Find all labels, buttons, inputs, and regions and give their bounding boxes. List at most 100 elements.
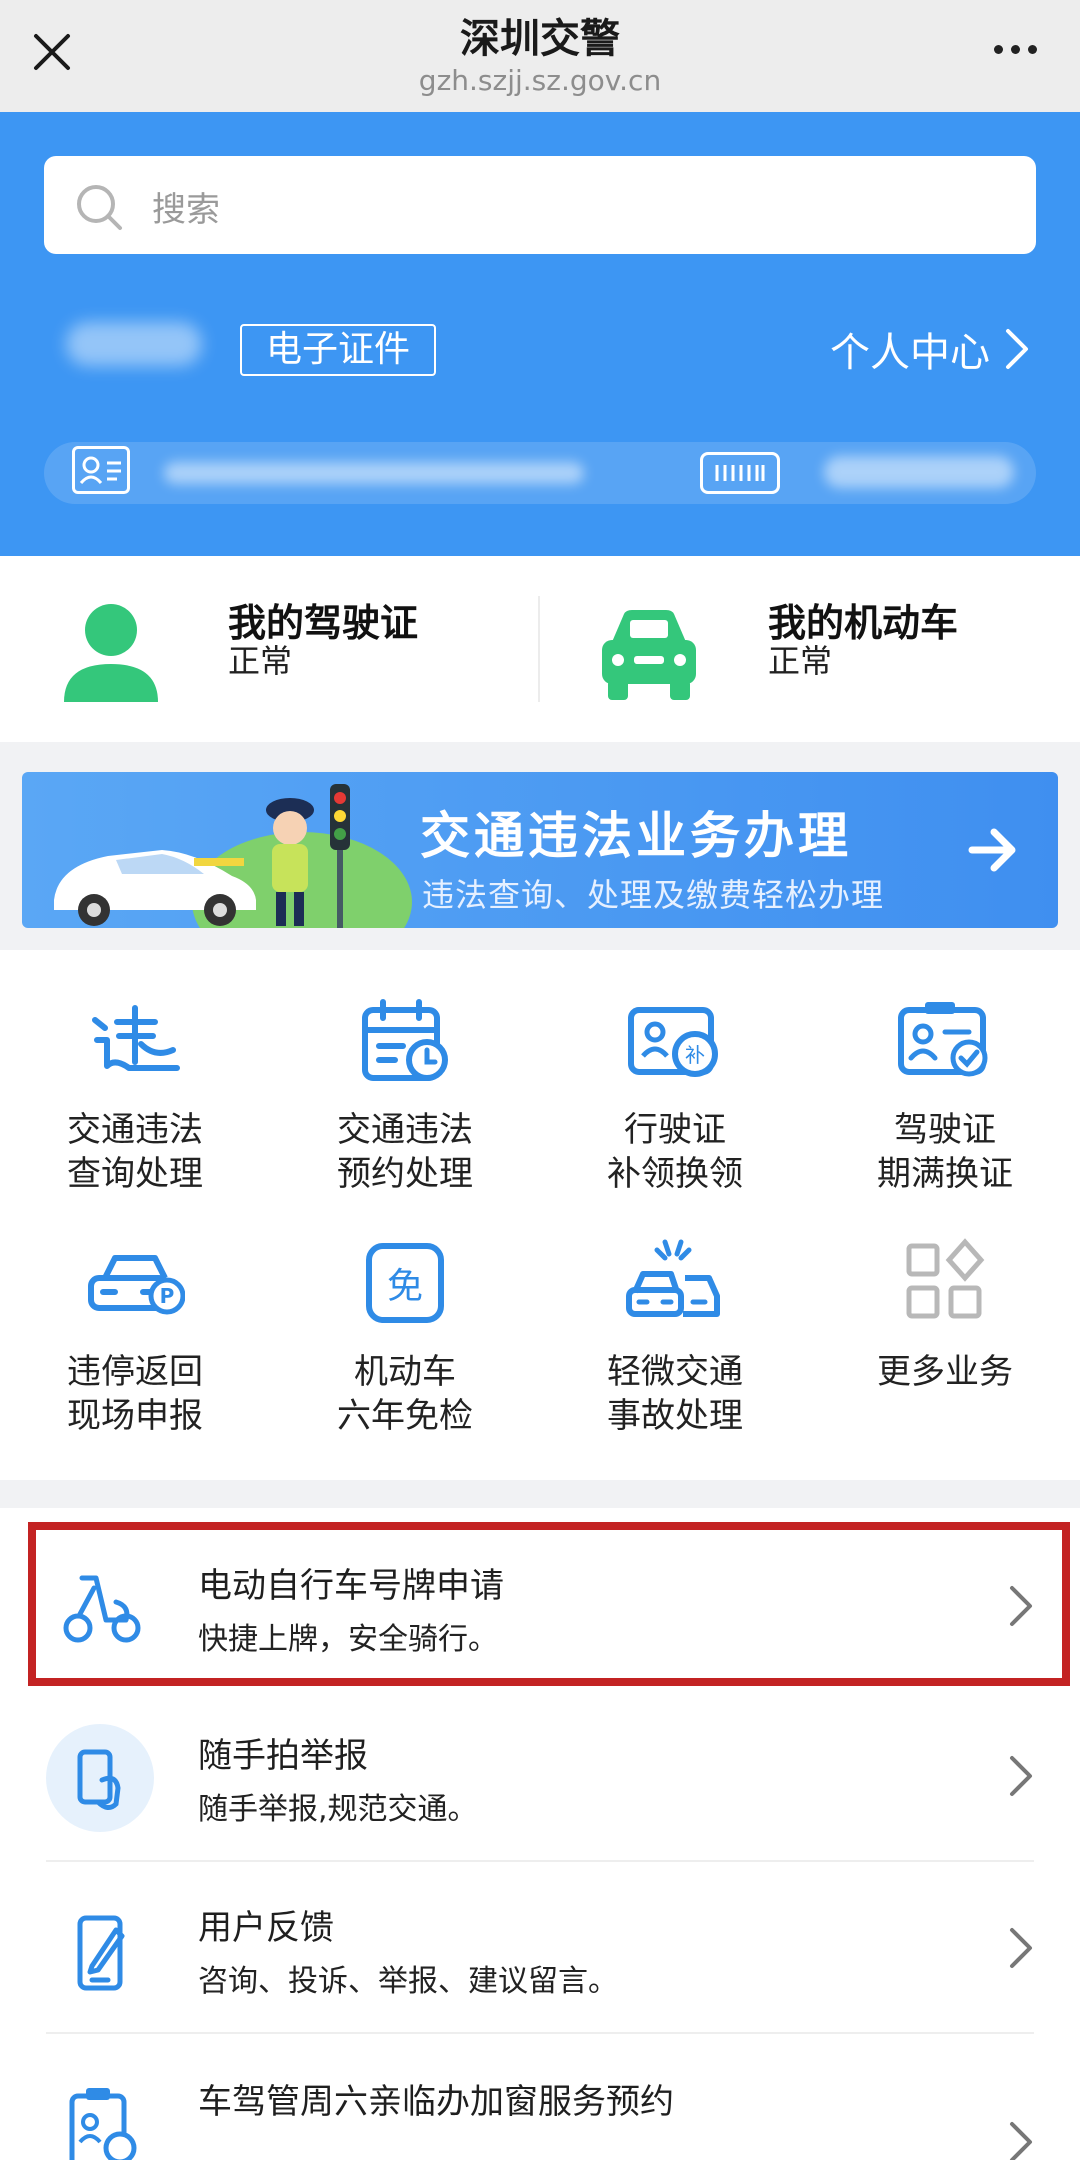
driver-license-card[interactable]: 我的驾驶证 正常 (0, 556, 538, 742)
search-bar[interactable]: 搜索 (44, 156, 1036, 254)
traffic-violation-banner[interactable]: 交通违法业务办理 违法查询、处理及缴费轻松办理 (22, 772, 1058, 928)
more-dot (1010, 44, 1020, 54)
page-url: gzh.szjj.sz.gov.cn (418, 64, 662, 97)
car-icon (602, 610, 696, 700)
more-dots-icon (993, 44, 1003, 54)
id-card-icon (72, 446, 130, 494)
service-label-line2: 补领换领 (607, 1154, 743, 1194)
banner-title: 交通违法业务办理 (420, 807, 852, 865)
section-gap (0, 1480, 1080, 1508)
service-label-line1: 违停返回 (67, 1352, 203, 1392)
service-label-line1: 机动车 (354, 1352, 456, 1392)
list-item-ebike-plate[interactable]: 电动自行车号牌申请 快捷上牌，安全骑行。 (0, 1522, 1080, 1692)
police-officer-icon (266, 784, 350, 928)
service-label-line2: 现场申报 (67, 1396, 203, 1436)
more-button[interactable] (980, 24, 1050, 74)
service-label-line1: 轻微交通 (607, 1352, 743, 1392)
service-label-line1: 驾驶证 (894, 1110, 996, 1150)
chevron-right-icon (1010, 1586, 1032, 1626)
user-name-blurred (66, 322, 202, 366)
driver-license-icon (898, 1002, 988, 1077)
vehicle-license-icon: 补 (628, 1007, 718, 1077)
service-label-line2: 事故处理 (607, 1396, 743, 1436)
accident-icon (626, 1239, 720, 1317)
more-dot (1027, 44, 1037, 54)
service-label: 交通违法 查询处理 (0, 1108, 270, 1196)
divider (46, 2032, 1034, 2034)
list-item-saturday-appointment[interactable]: 车驾管周六亲临办加窗服务预约 (0, 2038, 1080, 2160)
license-plate-icon (700, 452, 780, 494)
list-item-user-feedback[interactable]: 用户反馈 咨询、投诉、举报、建议留言。 (0, 1864, 1080, 2034)
service-label-line1: 交通违法 (337, 1110, 473, 1150)
service-label: 驾驶证 期满换证 (810, 1108, 1080, 1196)
list-item-subtitle: 咨询、投诉、举报、建议留言。 (198, 1964, 618, 1999)
list-item-title: 用户反馈 (198, 1908, 334, 1948)
service-six-year-exempt[interactable]: 免 机动车 六年免检 (270, 1192, 540, 1436)
list-item-title: 电动自行车号牌申请 (198, 1566, 504, 1606)
personal-center-label: 个人中心 (830, 330, 990, 376)
service-label-line2: 六年免检 (337, 1396, 473, 1436)
vehicle-status: 正常 (768, 642, 833, 680)
phone-report-icon (46, 1724, 154, 1832)
plate-number-blurred (824, 456, 1014, 488)
scooter-icon (63, 1575, 141, 1643)
ecert-button[interactable]: 电子证件 (240, 324, 436, 376)
exempt-icon: 免 (366, 1243, 444, 1323)
chevron-right-icon (1006, 329, 1028, 369)
service-label: 行驶证 补领换领 (540, 1108, 810, 1196)
page-title: 深圳交警 (460, 16, 620, 62)
service-label-line2: 预约处理 (337, 1154, 473, 1194)
personal-center-link[interactable]: 个人中心 (830, 320, 1030, 378)
service-label: 更多业务 (810, 1350, 1080, 1394)
service-label-line1: 更多业务 (877, 1352, 1013, 1392)
service-label-line2: 期满换证 (877, 1154, 1013, 1194)
divider (46, 1860, 1034, 1862)
id-number-blurred (164, 462, 584, 484)
service-label-line2: 查询处理 (67, 1154, 203, 1194)
driver-license-status: 正常 (228, 642, 293, 680)
svg-text:免: 免 (387, 1266, 423, 1307)
service-label-line1: 行驶证 (624, 1110, 726, 1150)
person-icon (64, 604, 158, 702)
car-illustration-icon (54, 850, 256, 926)
svg-text:P: P (160, 1284, 175, 1308)
chevron-right-icon (1010, 1756, 1032, 1796)
service-label: 交通违法 预约处理 (270, 1108, 540, 1196)
service-violation-query[interactable]: 交通违法 查询处理 (0, 950, 270, 1194)
service-label-line1: 交通违法 (67, 1110, 203, 1150)
grid-more-icon (906, 1238, 985, 1319)
banner-section: 交通违法业务办理 违法查询、处理及缴费轻松办理 (0, 742, 1080, 950)
service-list: 电动自行车号牌申请 快捷上牌，安全骑行。 随手拍举报 随手举报,规范交通。 用户… (0, 1508, 1080, 2160)
parking-car-icon: P (88, 1255, 185, 1315)
service-label: 机动车 六年免检 (270, 1350, 540, 1438)
profile-header: 搜索 电子证件 个人中心 (0, 112, 1080, 556)
service-label: 违停返回 现场申报 (0, 1350, 270, 1438)
list-item-subtitle: 随手举报,规范交通。 (198, 1792, 478, 1827)
appointment-icon (69, 2088, 137, 2160)
list-item-subtitle: 快捷上牌，安全骑行。 (198, 1622, 498, 1657)
service-driver-license[interactable]: 驾驶证 期满换证 (810, 950, 1080, 1194)
list-item-title: 车驾管周六亲临办加窗服务预约 (198, 2082, 674, 2122)
title-bar: 深圳交警 gzh.szjj.sz.gov.cn (0, 0, 1080, 112)
calendar-icon (362, 999, 448, 1081)
id-card-strip[interactable] (44, 442, 1036, 504)
vehicle-card[interactable]: 我的机动车 正常 (540, 556, 1080, 742)
service-parking-report[interactable]: P 违停返回 现场申报 (0, 1192, 270, 1436)
violation-icon (92, 1005, 180, 1071)
service-more[interactable]: 更多业务 (810, 1192, 1080, 1432)
service-vehicle-license[interactable]: 补 行驶证 补领换领 (540, 950, 810, 1194)
list-item-title: 随手拍举报 (198, 1736, 368, 1776)
search-icon (77, 185, 122, 230)
service-violation-appointment[interactable]: 交通违法 预约处理 (270, 950, 540, 1194)
list-item-snapshot-report[interactable]: 随手拍举报 随手举报,规范交通。 (0, 1692, 1080, 1862)
banner-subtitle: 违法查询、处理及缴费轻松办理 (422, 876, 885, 914)
service-grid: 交通违法 查询处理 交通违法 预约处理 补 行驶证 补领换领 驾驶证 期满换证 … (0, 950, 1080, 1480)
service-minor-accident[interactable]: 轻微交通 事故处理 (540, 1192, 810, 1436)
arrow-right-icon (968, 828, 1016, 872)
service-label: 轻微交通 事故处理 (540, 1350, 810, 1438)
svg-text:补: 补 (685, 1043, 705, 1067)
chevron-right-icon (1010, 2122, 1032, 2160)
search-input[interactable]: 搜索 (152, 182, 220, 231)
status-section: 我的驾驶证 正常 我的机动车 正常 (0, 556, 1080, 742)
chevron-right-icon (1010, 1928, 1032, 1968)
